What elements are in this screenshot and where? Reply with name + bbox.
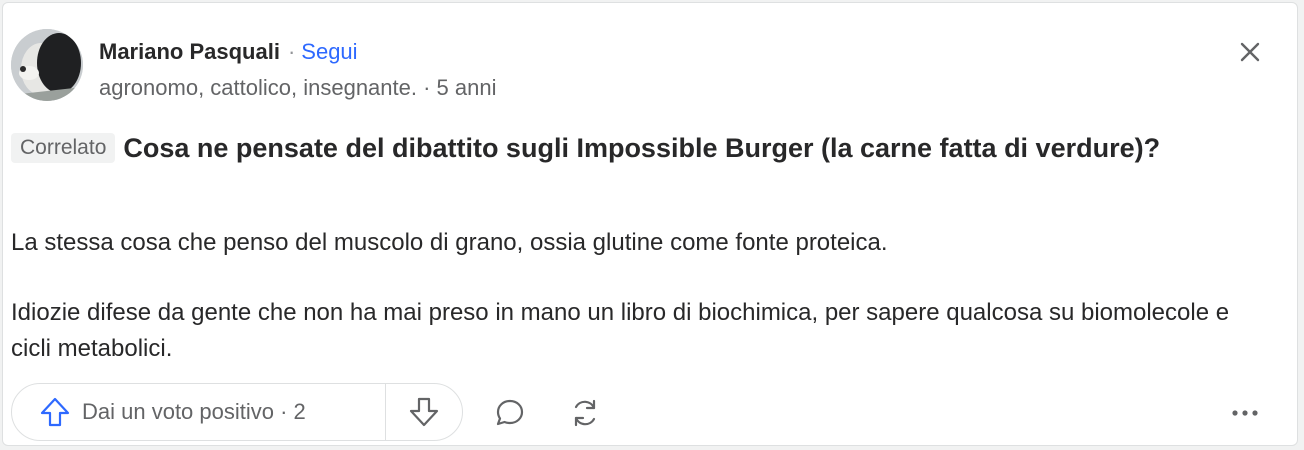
question-title[interactable]: Cosa ne pensate del dibattito sugli Impo… <box>123 133 1160 163</box>
related-tag: Correlato <box>11 133 116 163</box>
more-icon <box>1232 410 1258 416</box>
answer-paragraph: Idiozie difese da gente che non ha mai p… <box>11 299 1230 362</box>
more-button[interactable] <box>1227 395 1263 431</box>
related-question[interactable]: Correlato Cosa ne pensate del dibattito s… <box>11 127 1261 169</box>
close-button[interactable] <box>1235 37 1265 67</box>
author-credential: agronomo, cattolico, insegnante. · 5 ann… <box>99 75 497 100</box>
share-icon <box>574 399 596 427</box>
close-icon <box>1240 42 1260 62</box>
avatar-image <box>11 29 83 101</box>
arrow-down-icon <box>409 397 439 427</box>
vote-group: Dai un voto positivo · 2 <box>11 383 463 441</box>
follow-button[interactable]: Segui <box>301 39 357 64</box>
comment-button[interactable] <box>492 395 528 431</box>
arrow-up-icon <box>40 397 70 427</box>
author-name[interactable]: Mariano Pasquali <box>99 39 280 64</box>
upvote-label: Dai un voto positivo · 2 <box>82 399 306 424</box>
answer-card: Mariano Pasquali · Segui agronomo, cattoli… <box>2 2 1298 446</box>
author-line: Mariano Pasquali · Segui <box>99 39 358 65</box>
comment-icon <box>496 399 524 426</box>
downvote-button[interactable] <box>386 384 462 440</box>
avatar[interactable] <box>11 29 83 101</box>
answer-paragraph: La stessa cosa che penso del muscolo di … <box>11 229 888 256</box>
author-separator: · <box>287 39 296 64</box>
share-button[interactable] <box>567 395 603 431</box>
upvote-button[interactable]: Dai un voto positivo · 2 <box>12 384 386 440</box>
